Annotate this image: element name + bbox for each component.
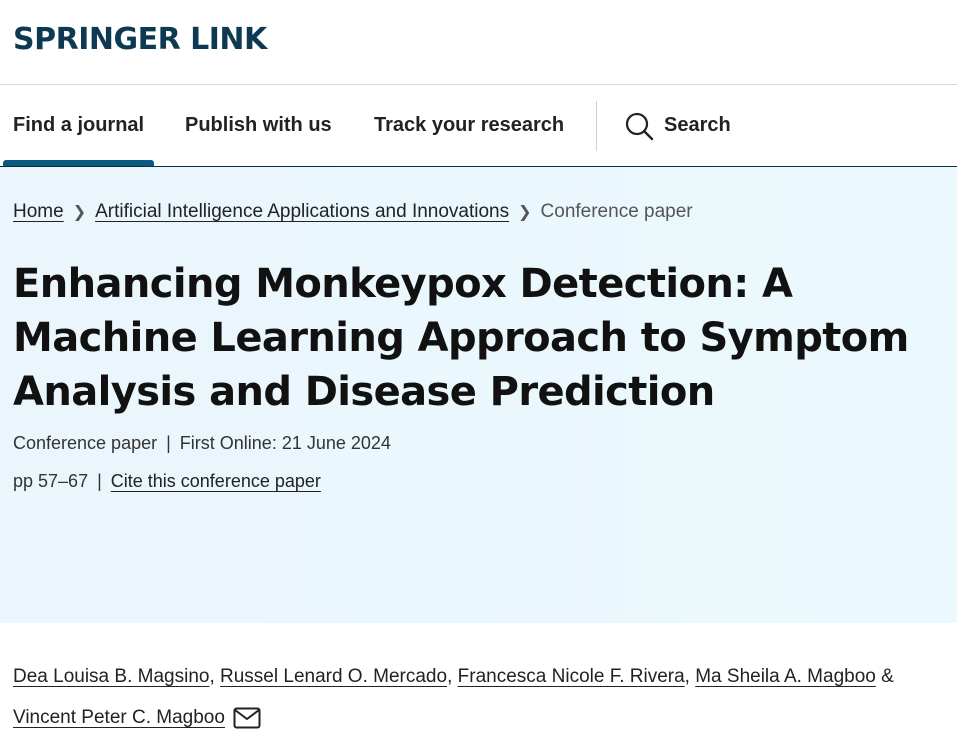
page-title: Enhancing Monkeypox Detection: A Machine…	[13, 261, 909, 415]
breadcrumb: Home ❯ Artificial Intelligence Application…	[13, 201, 693, 223]
site-header: SPRINGER LINK	[0, 0, 957, 85]
main-nav: Find a journal Publish with us Track you…	[0, 85, 957, 168]
page-range: pp 57–67	[13, 471, 89, 491]
author-separator: ,	[684, 666, 690, 687]
author-separator: &	[881, 666, 894, 687]
article-pages-row: pp 57–67 | Cite this conference paper	[13, 471, 321, 492]
meta-separator: |	[166, 433, 171, 453]
meta-separator: |	[97, 471, 102, 491]
author-link[interactable]: Francesca Nicole F. Rivera	[458, 666, 685, 687]
envelope-icon[interactable]	[233, 707, 261, 729]
nav-publish-with-us[interactable]: Publish with us	[185, 85, 332, 166]
chevron-right-icon: ❯	[72, 204, 87, 221]
author-link[interactable]: Russel Lenard O. Mercado	[220, 666, 447, 687]
search-label: Search	[664, 114, 731, 136]
nav-find-journal[interactable]: Find a journal	[2, 85, 155, 166]
search-icon	[625, 112, 654, 141]
article-type: Conference paper	[13, 433, 158, 453]
first-online: First Online: 21 June 2024	[179, 433, 391, 453]
article-header: Home ❯ Artificial Intelligence Application…	[0, 167, 957, 623]
author-link[interactable]: Dea Louisa B. Magsino	[13, 666, 209, 687]
springer-link-logo[interactable]: SPRINGER LINK	[13, 22, 267, 57]
author-separator: ,	[447, 666, 453, 687]
author-separator: ,	[209, 666, 215, 687]
author-link[interactable]: Vincent Peter C. Magboo	[13, 707, 225, 728]
article-meta: Conference paper | First Online: 21 June 2…	[13, 433, 391, 454]
chevron-right-icon: ❯	[518, 204, 532, 221]
breadcrumb-book[interactable]: Artificial Intelligence Applications and…	[95, 201, 509, 222]
nav-divider	[596, 101, 597, 151]
author-link[interactable]: Ma Sheila A. Magboo	[695, 666, 876, 687]
breadcrumb-current: Conference paper	[540, 201, 693, 222]
search-button[interactable]: Search	[624, 85, 731, 166]
cite-link[interactable]: Cite this conference paper	[111, 471, 321, 491]
breadcrumb-home[interactable]: Home	[13, 201, 64, 222]
author-list: Dea Louisa B. Magsino, Russel Lenard O. …	[13, 656, 948, 738]
nav-track-research[interactable]: Track your research	[374, 85, 564, 166]
